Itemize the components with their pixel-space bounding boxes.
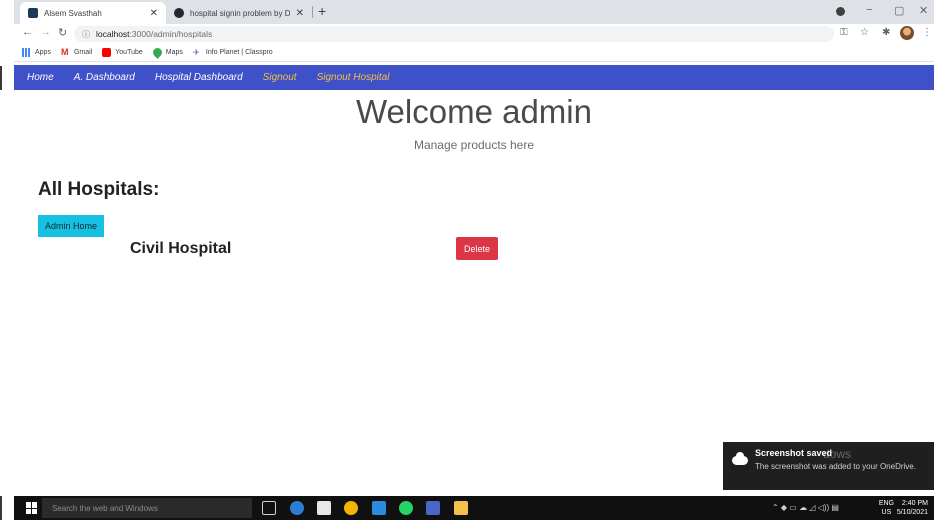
windows-taskbar: Search the web and Windows ⌃ ◆ ▭ ☁ ◿ ◁))…: [14, 496, 934, 520]
windows-start-icon[interactable]: [26, 502, 38, 514]
nav-signout-link[interactable]: Signout: [263, 72, 297, 83]
notification-title: Screenshot saved: [755, 448, 833, 458]
page-title: Welcome admin: [356, 93, 592, 130]
tab-close-icon[interactable]: ✕: [150, 8, 158, 19]
screenshot-saved-notification[interactable]: dows Screenshot saved The screenshot was…: [723, 442, 934, 490]
page-subtitle: Manage products here: [413, 138, 535, 152]
bookmark-label: YouTube: [115, 49, 143, 56]
onedrive-cloud-icon: [732, 452, 748, 465]
bookmark-apps[interactable]: Apps: [22, 48, 51, 57]
browser-toolbar: ← → ↻ ⓘ localhost:3000/admin/hospitals ⚿…: [14, 24, 934, 44]
close-window-button[interactable]: ✕: [919, 4, 928, 17]
clock-time: 2:40 PM: [901, 500, 928, 507]
edge-browser-icon[interactable]: [290, 501, 304, 515]
app-navbar: Home A. Dashboard Hospital Dashboard Sig…: [14, 65, 934, 90]
nav-signout-hospital-link[interactable]: Signout Hospital: [317, 72, 390, 83]
info-planet-icon: ✈: [192, 48, 200, 57]
file-explorer-icon[interactable]: [454, 501, 468, 515]
user-avatar[interactable]: [900, 26, 914, 40]
region-code: US: [881, 509, 892, 516]
star-bookmark-icon[interactable]: ☆: [860, 27, 869, 38]
vscode-icon[interactable]: [372, 501, 386, 515]
language-code: ENG: [878, 500, 894, 507]
nav-hospital-dashboard-link[interactable]: Hospital Dashboard: [155, 72, 243, 83]
maps-pin-icon: [150, 46, 164, 59]
bookmark-label: Apps: [35, 49, 51, 56]
bookmark-label: Maps: [165, 49, 183, 56]
whatsapp-icon[interactable]: [399, 501, 413, 515]
app-window-icon[interactable]: [426, 501, 440, 515]
url-host: localhost: [96, 29, 130, 39]
hospital-name: Civil Hospital: [130, 240, 232, 257]
new-tab-button[interactable]: +: [318, 3, 326, 19]
back-arrow-icon[interactable]: ←: [22, 26, 33, 38]
bookmark-gmail[interactable]: M Gmail: [61, 48, 92, 57]
chrome-icon[interactable]: [344, 501, 358, 515]
reload-icon[interactable]: ↻: [58, 26, 67, 39]
taskbar-search-box[interactable]: Search the web and Windows: [42, 498, 252, 518]
extensions-puzzle-icon[interactable]: ✱: [882, 27, 890, 38]
browser-tab-github[interactable]: hospital signin problem by Dhin ✕: [166, 2, 312, 24]
tray-icons[interactable]: ⌃ ◆ ▭ ☁ ◿ ◁)) ▤: [772, 503, 839, 512]
bookmark-label: Gmail: [73, 49, 93, 56]
maximize-button[interactable]: ▢: [894, 4, 904, 17]
url-path: :3000/admin/hospitals: [129, 29, 213, 39]
profile-indicator-icon[interactable]: [836, 7, 845, 16]
task-view-icon[interactable]: [262, 501, 276, 515]
site-info-icon[interactable]: ⓘ: [82, 29, 90, 40]
bookmark-maps[interactable]: Maps: [150, 46, 183, 59]
tab-separator: [312, 6, 313, 18]
youtube-icon: [102, 48, 112, 57]
tab-close-icon[interactable]: ✕: [296, 8, 304, 19]
menu-kebab-icon[interactable]: ⋮: [922, 27, 932, 38]
tab-title: hospital signin problem by Dhin: [190, 8, 290, 18]
all-hospitals-heading: All Hospitals:: [38, 179, 160, 200]
nav-home-link[interactable]: Home: [27, 72, 54, 83]
nav-admin-dashboard-link[interactable]: A. Dashboard: [74, 72, 135, 83]
delete-hospital-button[interactable]: Delete: [456, 237, 499, 260]
browser-tab-active[interactable]: Alsem Svasthah ✕: [20, 2, 166, 24]
key-icon[interactable]: ⚿: [840, 27, 848, 38]
github-favicon-icon: [174, 8, 184, 18]
clock-date: 5/10/2021: [896, 509, 928, 516]
browser-tab-strip: Alsem Svasthah ✕ hospital signin problem…: [14, 0, 934, 24]
bookmarks-bar: Apps M Gmail YouTube Maps ✈ Info Planet …: [14, 44, 934, 62]
gmail-icon: M: [60, 47, 69, 57]
admin-home-button[interactable]: Admin Home: [38, 215, 105, 237]
bookmark-label: Info Planet | Classpro: [205, 49, 273, 56]
bookmark-youtube[interactable]: YouTube: [102, 48, 143, 57]
screen-edge: [0, 0, 14, 520]
bookmark-info-planet[interactable]: ✈ Info Planet | Classpro: [193, 48, 273, 57]
taskbar-clock[interactable]: 2:40 PM 5/10/2021: [897, 499, 928, 517]
taskbar-search-placeholder: Search the web and Windows: [52, 503, 158, 513]
store-bag-icon[interactable]: [317, 501, 331, 515]
tab-title: Alsem Svasthah: [44, 8, 102, 18]
notification-body: The screenshot was added to your OneDriv…: [755, 462, 916, 471]
minimize-button[interactable]: −: [866, 4, 872, 16]
language-indicator[interactable]: ENG US: [879, 499, 894, 517]
address-bar[interactable]: ⓘ localhost:3000/admin/hospitals: [74, 26, 834, 42]
site-favicon-icon: [28, 8, 38, 18]
forward-arrow-icon[interactable]: →: [40, 26, 51, 38]
apps-grid-icon: [22, 48, 31, 57]
